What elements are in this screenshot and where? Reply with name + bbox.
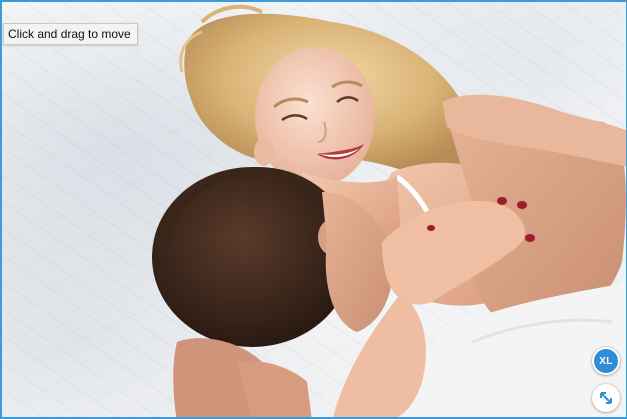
xl-size-label: XL — [594, 349, 618, 373]
drag-tooltip: Click and drag to move — [3, 23, 138, 45]
xl-size-button[interactable]: XL — [592, 347, 620, 375]
expand-button[interactable] — [592, 384, 620, 412]
expand-arrows-icon — [600, 392, 612, 404]
image-viewer[interactable]: Click and drag to move XL — [0, 0, 627, 419]
photo-couple-in-bed[interactable] — [2, 2, 627, 419]
